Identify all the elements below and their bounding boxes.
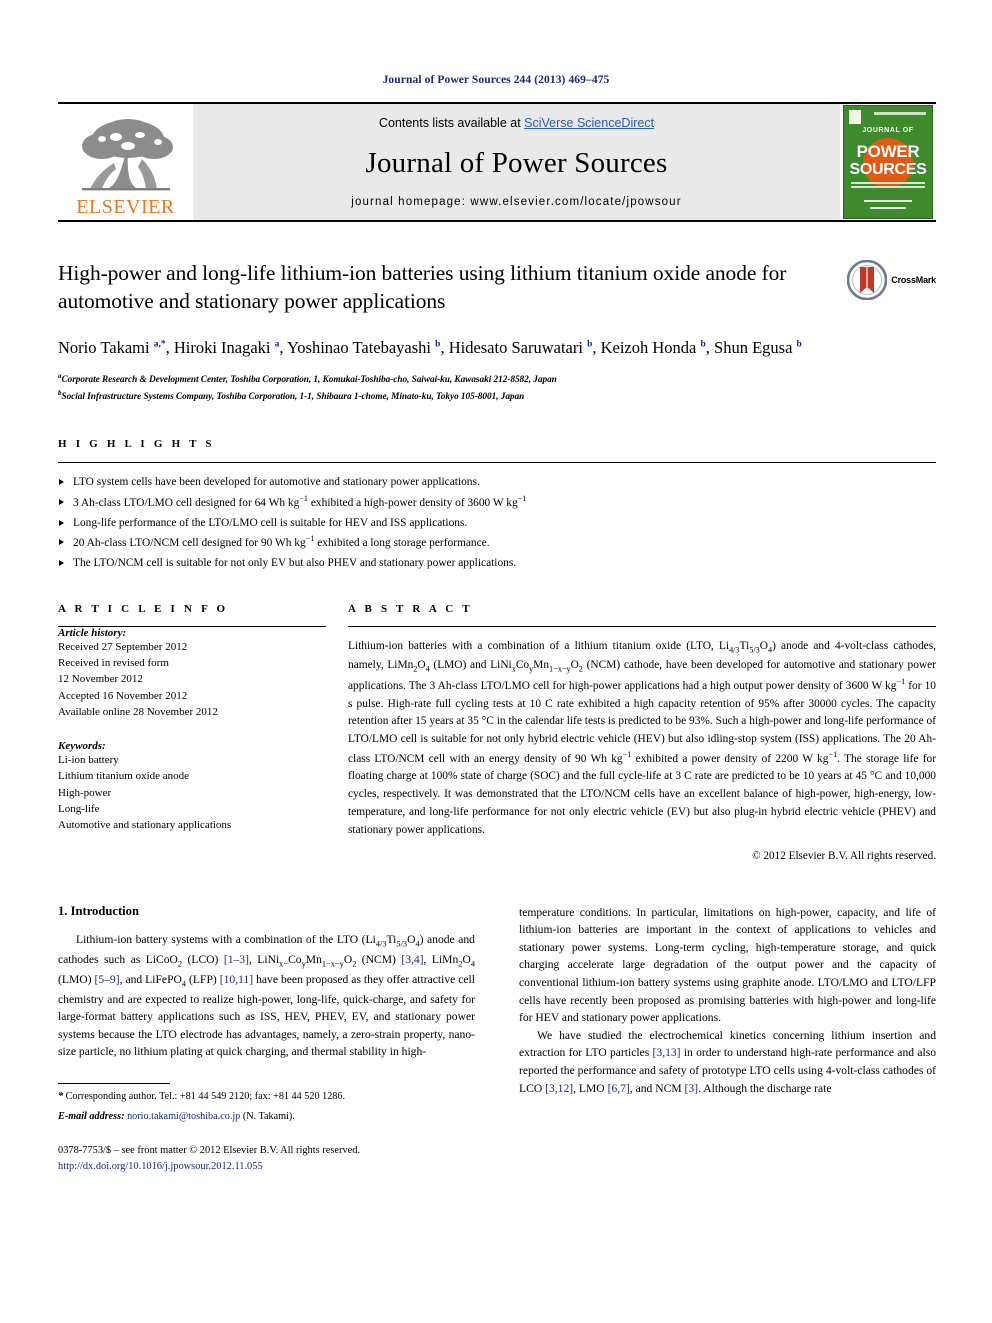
info-abstract-row: A R T I C L E I N F O Article history: R… <box>58 603 936 862</box>
highlights-list: LTO system cells have been developed for… <box>58 473 936 572</box>
email-note[interactable]: E-mail address: norio.takami@toshiba.co.… <box>58 1109 475 1124</box>
cover-elsevier-mark-icon <box>849 110 861 124</box>
introduction-heading: 1. Introduction <box>58 903 139 918</box>
bullet-triangle-icon <box>59 538 64 545</box>
cover-line-power: POWER <box>856 142 920 161</box>
author-list: Norio Takami a,*, Hiroki Inagaki a, Yosh… <box>58 337 802 357</box>
cover-top-text-bar <box>874 112 926 115</box>
title-block: CrossMark High-power and long-life lithi… <box>58 260 936 404</box>
highlight-item: 20 Ah-class LTO/NCM cell designed for 90… <box>58 533 936 554</box>
highlight-text: Long-life performance of the LTO/LMO cel… <box>73 516 468 529</box>
highlight-item: Long-life performance of the LTO/LMO cel… <box>58 514 936 533</box>
elsevier-wordmark: ELSEVIER <box>76 196 175 218</box>
affiliation-text-b: Social Infrastructure Systems Company, T… <box>61 391 525 402</box>
affiliation-b: bSocial Infrastructure Systems Company, … <box>58 388 936 405</box>
crossmark-badge[interactable]: CrossMark <box>847 260 936 300</box>
journal-homepage[interactable]: journal homepage: www.elsevier.com/locat… <box>351 196 681 208</box>
journal-cover-thumbnail: JOURNAL OF POWER SOURCES <box>840 104 936 220</box>
keywords-label: Keywords: <box>58 740 106 753</box>
abstract-divider <box>348 625 936 627</box>
elsevier-tree-icon <box>81 119 173 191</box>
abstract-body: Lithium-ion batteries with a combination… <box>348 639 937 836</box>
abstract-copyright: © 2012 Elsevier B.V. All rights reserved… <box>752 849 936 862</box>
abstract-column: A B S T R A C T Lithium-ion batteries wi… <box>348 603 936 862</box>
affiliation-list: aCorporate Research & Development Center… <box>58 371 936 404</box>
highlight-text: The LTO/NCM cell is suitable for not onl… <box>73 556 517 569</box>
keywords-block: Keywords: Li-ion battery Lithium titaniu… <box>58 740 326 833</box>
corresponding-author-note: * Corresponding author. Tel.: +81 44 549… <box>58 1091 346 1103</box>
article-history-line: Received in revised form <box>58 657 169 670</box>
sciencedirect-link[interactable]: SciVerse ScienceDirect <box>524 116 654 130</box>
highlight-text: 3 Ah-class LTO/LMO cell designed for 64 … <box>73 494 527 510</box>
keyword-item: Li-ion battery <box>58 754 119 767</box>
keyword-item: Automotive and stationary applications <box>58 819 232 832</box>
cover-subtitle-bars <box>851 182 925 184</box>
bullet-triangle-icon <box>59 498 64 505</box>
masthead-center: Contents lists available at SciVerse Sci… <box>193 104 840 220</box>
cover-line-journalof: JOURNAL OF <box>862 127 914 134</box>
body-columns: 1. Introduction Lithium-ion battery syst… <box>58 904 936 1175</box>
footnote-divider <box>58 1083 170 1085</box>
running-head: Journal of Power Sources 244 (2013) 469–… <box>382 74 610 86</box>
body-column-right: temperature conditions. In particular, l… <box>519 904 936 1175</box>
highlights-heading: H I G H L I G H T S <box>58 438 215 451</box>
introduction-paragraph-cont: temperature conditions. In particular, l… <box>519 905 936 1025</box>
bullet-triangle-icon <box>59 519 64 526</box>
affiliation-a: aCorporate Research & Development Center… <box>58 371 936 388</box>
affiliation-text-a: Corporate Research & Development Center,… <box>61 375 557 386</box>
cover-line-sources: SOURCES <box>849 161 927 178</box>
highlight-item: LTO system cells have been developed for… <box>58 473 936 492</box>
introduction-paragraph: Lithium-ion battery systems with a combi… <box>58 932 475 1059</box>
contents-prefix: Contents lists available at <box>378 116 525 130</box>
bullet-triangle-icon <box>59 479 64 486</box>
article-info-heading: A R T I C L E I N F O <box>58 602 229 615</box>
article-history-label: Article history: <box>58 626 127 639</box>
journal-masthead: ELSEVIER Contents lists available at Sci… <box>58 102 936 222</box>
article-history-line: Accepted 16 November 2012 <box>58 689 188 702</box>
journal-title: Journal of Power Sources <box>365 146 668 179</box>
article-history-line: Received 27 September 2012 <box>58 640 188 653</box>
body-column-left: 1. Introduction Lithium-ion battery syst… <box>58 904 475 1175</box>
abstract-heading: A B S T R A C T <box>348 602 473 615</box>
article-page: Journal of Power Sources 244 (2013) 469–… <box>0 0 992 1323</box>
article-info-column: A R T I C L E I N F O Article history: R… <box>58 603 348 862</box>
keyword-item: Lithium titanium oxide anode <box>58 770 190 783</box>
crossmark-icon <box>847 260 888 300</box>
highlights-section: H I G H L I G H T S LTO system cells hav… <box>58 438 936 572</box>
article-history-line: 12 November 2012 <box>58 673 143 686</box>
cover-footer-bar-2 <box>870 207 906 209</box>
highlights-divider <box>58 462 936 464</box>
introduction-paragraph-2: We have studied the electrochemical kine… <box>519 1028 936 1095</box>
article-history-line: Available online 28 November 2012 <box>58 705 218 718</box>
front-matter-block: 0378-7753/$ – see front matter © 2012 El… <box>58 1143 475 1175</box>
cover-footer-bar-1 <box>864 200 912 202</box>
keyword-item: Long-life <box>58 802 100 815</box>
front-matter-line: 0378-7753/$ – see front matter © 2012 El… <box>58 1144 361 1156</box>
highlight-text: LTO system cells have been developed for… <box>73 476 480 489</box>
highlight-item: The LTO/NCM cell is suitable for not onl… <box>58 554 936 573</box>
bullet-triangle-icon <box>59 559 64 566</box>
doi-link[interactable]: http://dx.doi.org/10.1016/j.jpowsour.201… <box>58 1159 475 1175</box>
contents-list-line: Contents lists available at SciVerse Sci… <box>379 116 654 130</box>
crossmark-label: CrossMark <box>891 275 936 285</box>
page-title: High-power and long-life lithium-ion bat… <box>58 261 787 313</box>
highlight-text: 20 Ah-class LTO/NCM cell designed for 90… <box>73 534 490 550</box>
keyword-item: High-power <box>58 786 112 799</box>
highlight-item: 3 Ah-class LTO/LMO cell designed for 64 … <box>58 493 936 514</box>
cover-artwork: JOURNAL OF POWER SOURCES <box>843 105 933 219</box>
elsevier-logo: ELSEVIER <box>58 104 193 220</box>
